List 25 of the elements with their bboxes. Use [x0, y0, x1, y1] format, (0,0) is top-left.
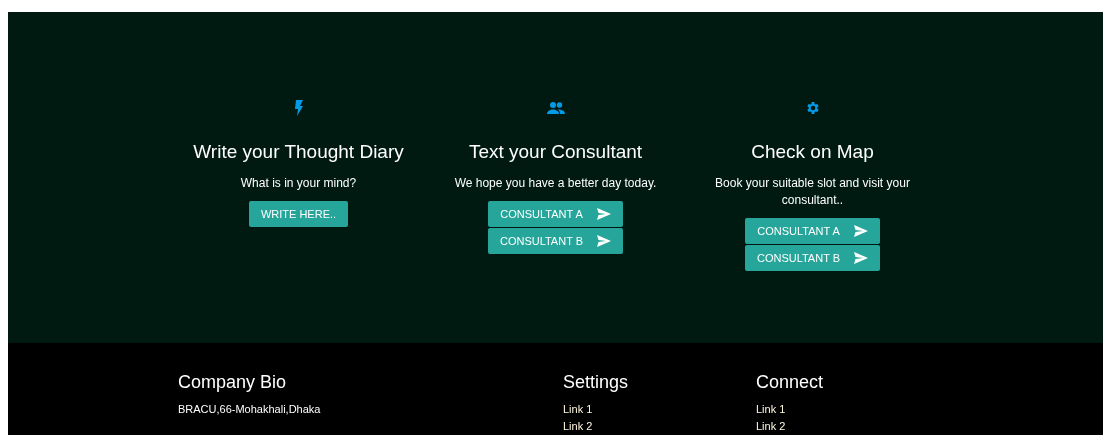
footer-link[interactable]: Link 2 [563, 418, 593, 435]
send-icon [853, 225, 868, 237]
feature-text: We hope you have a better day today. [454, 175, 657, 192]
feature-text: Book your suitable slot and visit your consultant.. [714, 175, 911, 209]
action-button[interactable]: WRITE HERE.. [248, 201, 349, 227]
lightning-icon [293, 100, 304, 116]
people-icon [546, 102, 565, 114]
action-button[interactable]: CONSULTANT A [487, 201, 624, 227]
footer-title: Settings [563, 371, 630, 393]
footer-link[interactable]: Link 1 [756, 401, 786, 418]
feature-title: Text your Consultant [468, 140, 643, 164]
feature-text: What is in your mind? [240, 175, 357, 192]
action-button[interactable]: CONSULTANT B [487, 228, 624, 254]
footer-title: Connect [756, 371, 825, 393]
send-icon [596, 208, 611, 220]
footer-link[interactable]: Link 2 [756, 418, 786, 435]
footer-link[interactable]: Link 1 [563, 401, 593, 418]
send-icon [597, 235, 612, 247]
send-icon [854, 252, 869, 264]
action-button[interactable]: CONSULTANT B [744, 245, 881, 271]
footer-title: Company Bio [178, 371, 288, 393]
feature-title: Check on Map [751, 140, 874, 164]
feature-title: Write your Thought Diary [193, 140, 404, 164]
address-text: BRACU,66-Mohakhali,Dhaka [178, 402, 322, 417]
action-button[interactable]: CONSULTANT A [744, 218, 881, 244]
